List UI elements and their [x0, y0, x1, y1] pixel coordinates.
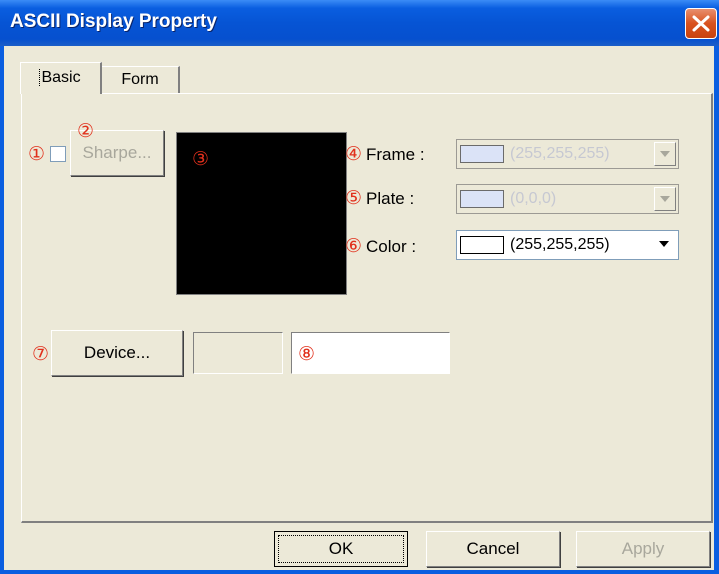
- dialog-window: ASCII Display Property Basic Form ① ② ③ …: [0, 0, 719, 574]
- window-title: ASCII Display Property: [10, 11, 217, 32]
- frame-label: Frame :: [366, 145, 425, 164]
- window-frame-right: [714, 46, 719, 574]
- focus-rect: [278, 535, 404, 563]
- chevron-down-icon: [660, 196, 670, 202]
- callout-8: ⑧: [298, 343, 316, 365]
- tab-basic[interactable]: Basic: [20, 62, 102, 94]
- callout-3: ③: [192, 148, 210, 170]
- plate-label: Plate :: [366, 189, 415, 208]
- window-frame-bottom: [0, 570, 719, 574]
- window-frame-left: [0, 46, 4, 574]
- plate-color-select[interactable]: (0,0,0): [456, 184, 679, 214]
- text-color-swatch: [460, 236, 504, 254]
- cancel-button[interactable]: Cancel: [426, 531, 560, 567]
- text-color-select[interactable]: (255,255,255): [456, 230, 679, 260]
- close-button[interactable]: [685, 8, 717, 39]
- color-label: Color :: [366, 237, 417, 256]
- title-bar[interactable]: ASCII Display Property: [0, 0, 719, 46]
- frame-color-select[interactable]: (255,255,255): [456, 139, 679, 169]
- tab-form[interactable]: Form: [102, 66, 180, 93]
- apply-button[interactable]: Apply: [576, 531, 710, 567]
- apply-button-label: Apply: [621, 539, 665, 558]
- callout-1: ①: [28, 143, 46, 165]
- callout-5: ⑤: [345, 187, 363, 209]
- tab-basic-label: Basic: [39, 69, 82, 86]
- chevron-down-icon: [659, 241, 669, 247]
- plate-dropdown-button[interactable]: [654, 187, 676, 211]
- sharpe-button-label: Sharpe...: [82, 143, 152, 162]
- device-code-field[interactable]: [193, 332, 283, 374]
- plate-color-value: (0,0,0): [510, 190, 557, 207]
- ok-button[interactable]: OK: [274, 531, 408, 567]
- color-dropdown-button[interactable]: [654, 233, 676, 257]
- callout-2: ②: [77, 120, 95, 142]
- frame-dropdown-button[interactable]: [654, 142, 676, 166]
- device-button-label: Device...: [83, 343, 151, 362]
- cancel-button-label: Cancel: [466, 539, 520, 558]
- tab-form-label: Form: [121, 71, 159, 88]
- callout-6: ⑥: [345, 235, 363, 257]
- frame-color-swatch: [460, 145, 504, 163]
- text-color-value: (255,255,255): [510, 236, 610, 253]
- callout-7: ⑦: [32, 343, 50, 365]
- close-icon: [692, 15, 710, 32]
- plate-color-swatch: [460, 190, 504, 208]
- callout-4: ④: [345, 143, 363, 165]
- frame-color-value: (255,255,255): [510, 145, 610, 162]
- enable-checkbox[interactable]: [50, 146, 66, 162]
- chevron-down-icon: [660, 151, 670, 157]
- device-button[interactable]: Device...: [51, 330, 183, 376]
